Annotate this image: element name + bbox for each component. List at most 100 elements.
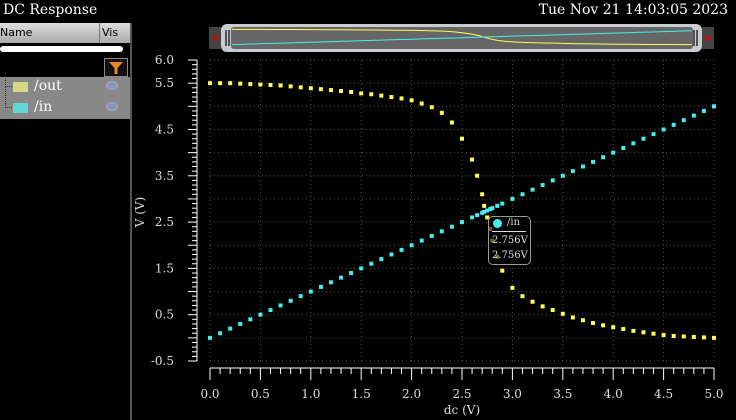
filter-input[interactable] (0, 46, 123, 52)
data-point-in (591, 159, 596, 164)
data-point-in (488, 207, 493, 212)
data-point-in (218, 331, 223, 336)
data-point-in (540, 183, 545, 188)
data-point-out (510, 285, 515, 290)
funnel-icon (109, 61, 123, 74)
data-point-in (389, 252, 394, 257)
data-point-in (379, 257, 384, 262)
data-point-in (485, 208, 490, 213)
data-point-in (238, 321, 243, 326)
data-point-out (550, 308, 555, 313)
data-point-out (661, 333, 666, 338)
data-point-in (681, 118, 686, 123)
data-point-in (570, 169, 575, 174)
signal-list: /out /in (0, 73, 130, 119)
data-point-in (318, 284, 323, 289)
x-tick-label: 4.0 (604, 387, 623, 401)
x-tick-label: 0.5 (251, 387, 270, 401)
data-point-out (389, 95, 394, 100)
data-point-in (510, 196, 515, 201)
data-point-in (258, 312, 263, 317)
data-point-in (621, 145, 626, 150)
window-title: DC Response (3, 2, 98, 18)
data-point-in (712, 104, 716, 109)
data-point-in (611, 150, 616, 155)
data-point-in (530, 187, 535, 192)
data-point-out (621, 327, 626, 332)
column-vis[interactable]: Vis (102, 26, 118, 39)
data-point-out (570, 315, 575, 320)
y-tick-label: 0.5 (155, 308, 174, 322)
eye-icon[interactable] (106, 102, 118, 111)
data-point-out (530, 299, 535, 304)
data-point-out (439, 110, 444, 115)
data-point-out (339, 89, 344, 94)
data-point-out (691, 334, 696, 339)
x-tick-label: 3.0 (503, 387, 522, 401)
data-point-out (449, 120, 454, 125)
color-swatch (13, 82, 28, 92)
data-point-out (379, 93, 384, 98)
tooltip-y-value: 2.756V (492, 250, 528, 261)
data-point-out (278, 83, 283, 88)
data-point-out (208, 81, 212, 86)
data-point-in (278, 303, 283, 308)
data-point-out (258, 82, 263, 87)
data-point-in (520, 192, 525, 197)
data-point-out (591, 321, 596, 326)
data-point-out (268, 83, 273, 88)
datetime: Tue Nov 21 14:03:05 2023 (538, 2, 728, 18)
data-point-out (460, 136, 464, 141)
data-point-out (228, 81, 233, 86)
data-point-in (631, 141, 636, 146)
x-tick-label: 4.5 (654, 387, 673, 401)
data-point-in (475, 213, 480, 218)
data-point-in (308, 289, 313, 294)
y-tick-label: -0.5 (151, 354, 174, 368)
filter-button[interactable] (104, 58, 128, 77)
data-point-out (298, 85, 303, 90)
data-point-in (500, 201, 505, 206)
data-point-in (248, 317, 253, 322)
data-point-in (460, 220, 464, 225)
data-point-in (369, 261, 374, 266)
eye-icon[interactable] (106, 81, 118, 90)
data-point-out (500, 268, 505, 273)
signal-name: /in (34, 99, 53, 115)
data-point-in (480, 210, 485, 215)
data-point-in (601, 155, 606, 160)
data-point-in (691, 113, 696, 118)
data-point-in (429, 233, 434, 238)
marker-dot-icon (493, 219, 502, 228)
overview-scrollbar[interactable] (209, 24, 714, 52)
data-point-in (228, 326, 233, 331)
signal-row-out[interactable]: /out (0, 73, 130, 98)
data-point-out (641, 330, 646, 335)
y-tick-label: 6.0 (155, 53, 174, 67)
data-point-out (681, 334, 686, 339)
data-point-out (580, 318, 585, 323)
x-tick-label: 1.0 (301, 387, 320, 401)
data-point-out (601, 323, 606, 328)
data-point-in (482, 209, 487, 214)
data-point-out (409, 98, 414, 103)
data-point-in (580, 164, 585, 169)
y-tick-label: 4.5 (155, 122, 174, 136)
data-point-out (482, 203, 487, 208)
data-point-in (298, 294, 303, 299)
data-point-in (208, 335, 212, 340)
data-point-in (449, 224, 454, 229)
data-point-out (671, 333, 676, 338)
data-point-out (288, 84, 293, 89)
x-tick-label: 5.0 (704, 387, 723, 401)
signal-panel: Name Vis /out /in (0, 23, 132, 420)
data-point-out (520, 294, 525, 299)
data-point-out (470, 157, 475, 162)
data-point-in (651, 132, 656, 137)
data-point-in (399, 247, 404, 252)
data-point-in (349, 271, 354, 276)
color-swatch (13, 103, 28, 113)
data-point-out (419, 101, 424, 106)
column-name[interactable]: Name (0, 26, 32, 39)
signal-row-in[interactable]: /in (0, 87, 130, 119)
